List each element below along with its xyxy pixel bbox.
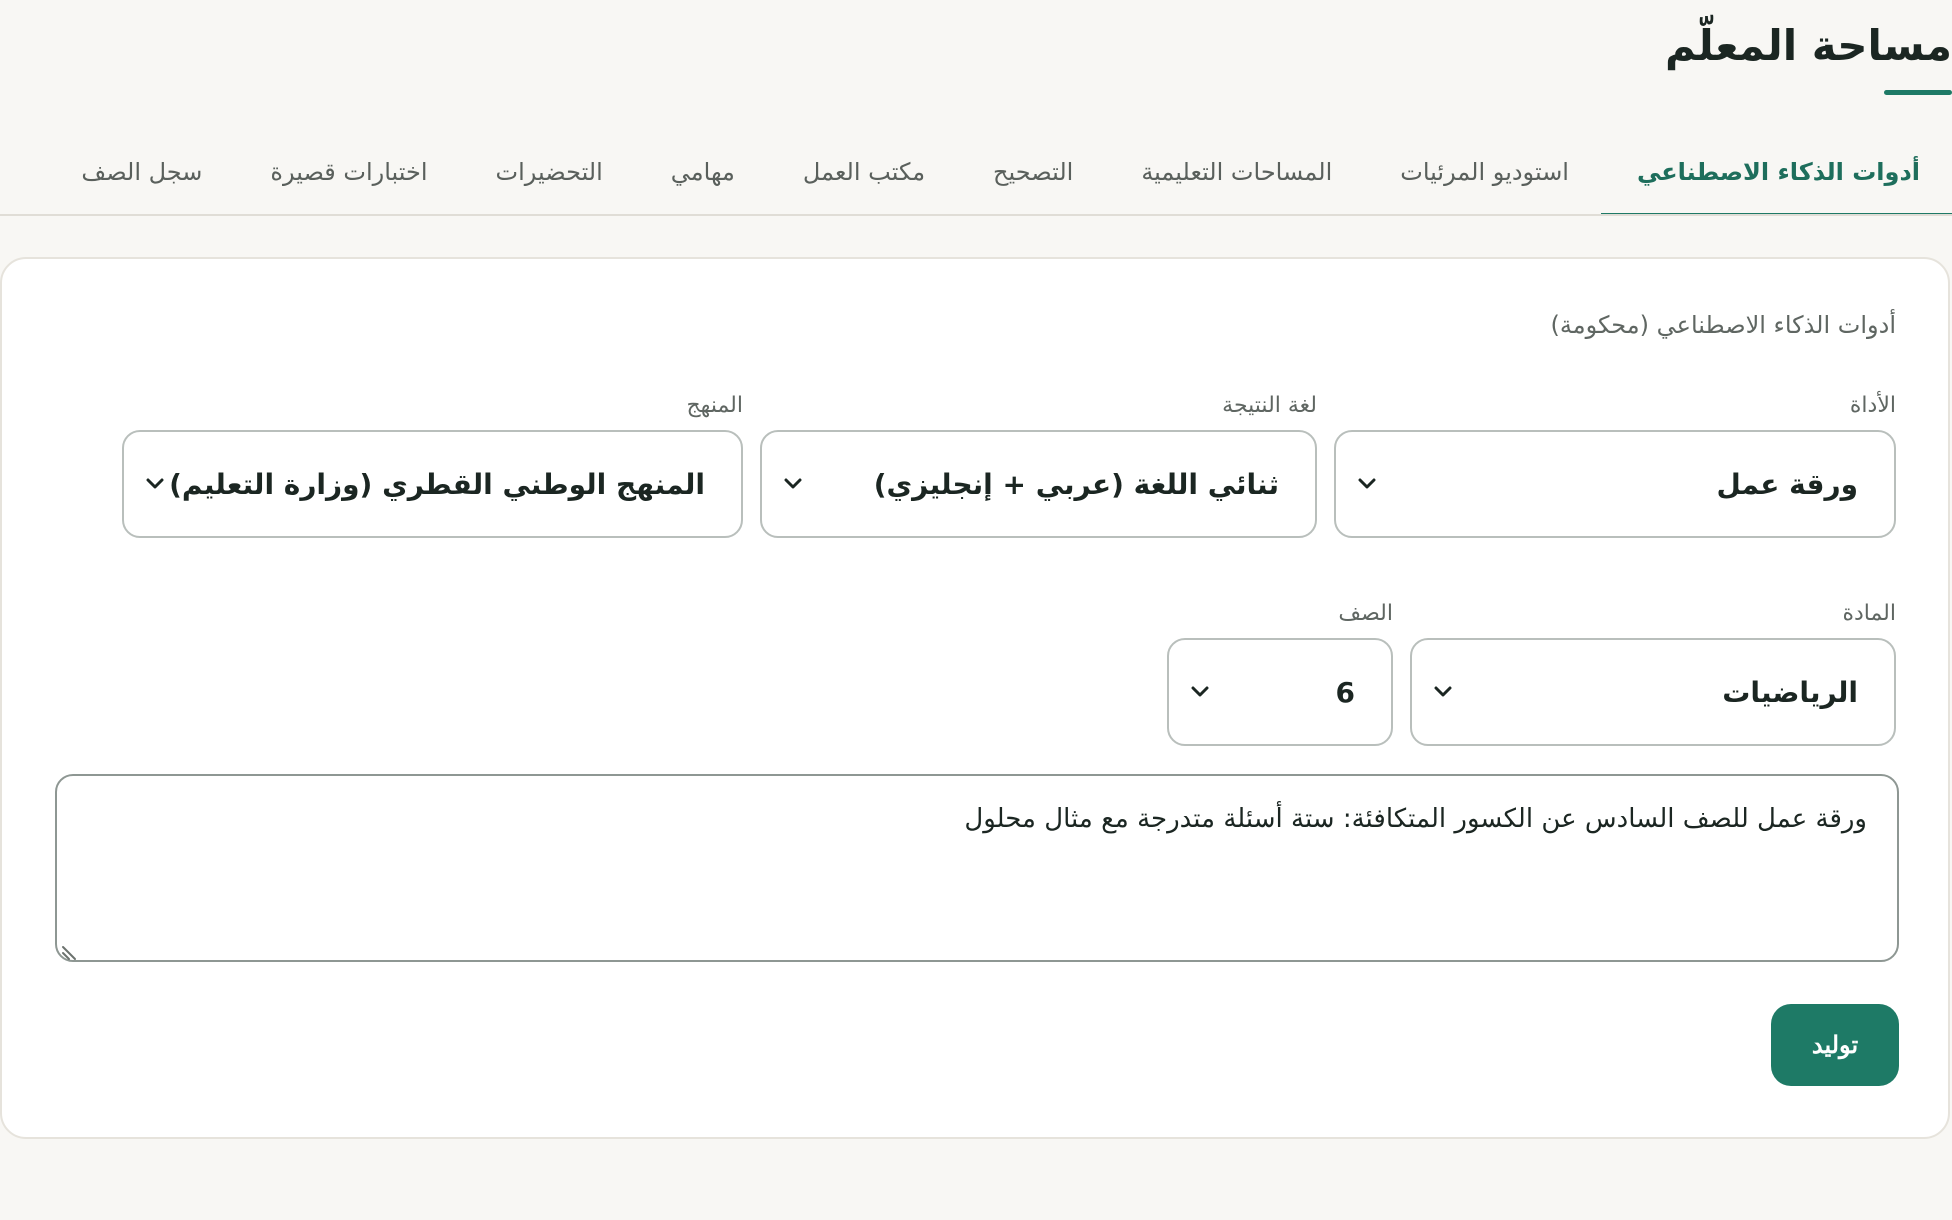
section-label: أدوات الذكاء الاصطناعي (محكومة) [1550,311,1896,339]
tab-ai-tools[interactable]: أدوات الذكاء الاصطناعي [1600,130,1952,214]
curriculum-select[interactable]: المنهج الوطني القطري (وزارة التعليم) [122,430,743,538]
grade-select[interactable]: 6 [1167,638,1393,746]
grade-value: 6 [1335,675,1355,709]
chevron-down-icon [1356,473,1378,495]
tab-visuals-studio[interactable]: استوديو المرئيات [1364,130,1601,214]
prompt-text: ورقة عمل للصف السادس عن الكسور المتكافئة… [964,804,1867,834]
ai-tools-panel: أدوات الذكاء الاصطناعي (محكومة) الأداة و… [0,257,1950,1139]
teacher-workspace-page: مساحة المعلّم أدوات الذكاء الاصطناعي است… [0,0,1952,1220]
resize-grip-icon[interactable] [61,938,79,960]
grade-label: الصف [1338,601,1393,626]
tab-workdesk[interactable]: مكتب العمل [767,130,957,214]
chevron-down-icon [782,473,804,495]
subject-select[interactable]: الرياضيات [1410,638,1896,746]
chevron-down-icon [144,473,166,495]
tool-select[interactable]: ورقة عمل [1334,430,1896,538]
output-language-select[interactable]: ثنائي اللغة (عربي + إنجليزي) [760,430,1317,538]
tab-learning-spaces[interactable]: المساحات التعليمية [1105,130,1364,214]
generate-button[interactable]: توليد [1771,1004,1899,1086]
subject-value: الرياضيات [1722,675,1858,709]
chevron-down-icon [1432,681,1454,703]
tab-class-record[interactable]: سجل الصف [45,130,234,214]
output-language-label: لغة النتيجة [1222,393,1317,418]
subject-label: المادة [1842,601,1896,626]
tab-my-tasks[interactable]: مهامي [635,130,767,214]
tab-grading[interactable]: التصحيح [957,130,1105,214]
prompt-textarea[interactable]: ورقة عمل للصف السادس عن الكسور المتكافئة… [55,774,1899,962]
tool-label: الأداة [1849,393,1896,418]
title-underline [1884,90,1952,95]
chevron-down-icon [1189,681,1211,703]
tab-bar: أدوات الذكاء الاصطناعي استوديو المرئيات … [0,130,1952,216]
tool-value: ورقة عمل [1716,467,1858,501]
page-title: مساحة المعلّم [1665,21,1952,70]
tab-quizzes[interactable]: اختبارات قصيرة [234,130,459,214]
tab-lesson-plans[interactable]: التحضيرات [460,130,635,214]
curriculum-value: المنهج الوطني القطري (وزارة التعليم) [169,467,705,501]
curriculum-label: المنهج [686,393,743,418]
output-language-value: ثنائي اللغة (عربي + إنجليزي) [873,467,1279,501]
